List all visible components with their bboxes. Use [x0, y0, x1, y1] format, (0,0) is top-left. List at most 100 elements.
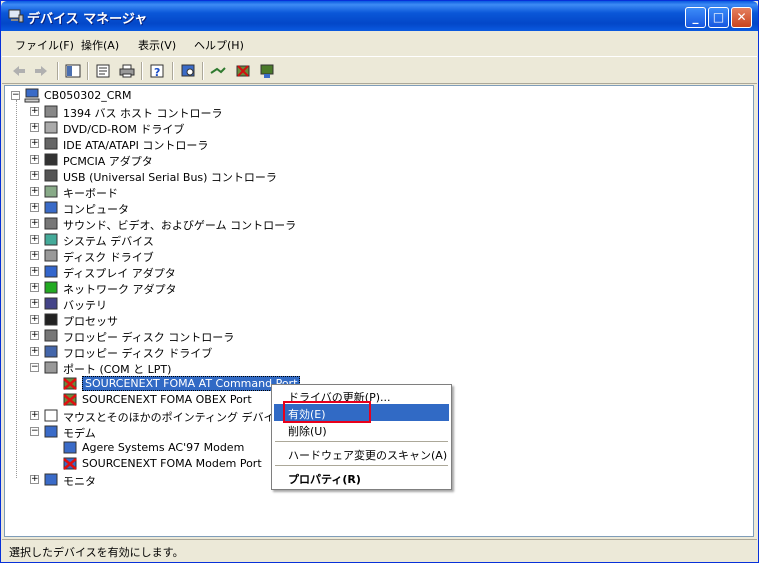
expand-toggle[interactable]: −: [30, 427, 39, 436]
forward-arrow-icon[interactable]: [33, 63, 49, 79]
tree-item-label: プロセッサ: [63, 315, 118, 328]
device-category-icon: [44, 121, 58, 134]
tree-item-label: ネットワーク アダプタ: [63, 283, 177, 296]
tree-item-label: ディスプレイ アダプタ: [63, 267, 176, 280]
device-category-icon: [44, 137, 58, 150]
menu-help[interactable]: ヘルプ(H): [194, 37, 244, 53]
tree-item-label: PCMCIA アダプタ: [63, 155, 153, 168]
device-category-icon: [44, 361, 58, 374]
device-category-icon: [44, 185, 58, 198]
menu-delete[interactable]: 削除(U): [274, 421, 449, 438]
tree-item-label: ディスク ドライブ: [63, 251, 154, 264]
tree-item-label: フロッピー ディスク コントローラ: [63, 331, 235, 344]
expand-toggle[interactable]: +: [30, 123, 39, 132]
expand-toggle[interactable]: +: [30, 251, 39, 260]
tree-item-label: マウスとそのほかのポインティング デバイス: [63, 411, 286, 424]
tree-item-label: コンピュータ: [63, 203, 129, 216]
scan-hardware-icon[interactable]: [180, 63, 196, 79]
expand-toggle[interactable]: +: [30, 267, 39, 276]
disabled-device-icon: [63, 377, 77, 390]
device-category-icon: [44, 313, 58, 326]
collapse-root-toggle[interactable]: −: [11, 91, 20, 100]
device-category-icon: [44, 217, 58, 230]
expand-toggle[interactable]: +: [30, 203, 39, 212]
tree-item-label: ポート (COM と LPT): [63, 363, 172, 376]
expand-toggle[interactable]: −: [30, 363, 39, 372]
status-text: 選択したデバイスを有効にします。: [9, 546, 184, 559]
device-category-icon: [44, 153, 58, 166]
monitor-icon: [44, 473, 58, 486]
device-category-icon: [44, 233, 58, 246]
minimize-button[interactable]: _: [685, 7, 706, 28]
tree-item-label: サウンド、ビデオ、およびゲーム コントローラ: [63, 219, 297, 232]
expand-toggle[interactable]: +: [30, 219, 39, 228]
enable-highlight-box: [283, 401, 371, 423]
menu-bar: ファイル(F) 操作(A) 表示(V) ヘルプ(H): [2, 32, 757, 54]
expand-toggle[interactable]: +: [30, 107, 39, 116]
show-hide-tree-icon[interactable]: [65, 63, 81, 79]
close-button[interactable]: ✕: [731, 7, 752, 28]
expand-toggle[interactable]: +: [30, 411, 39, 420]
disabled-device-icon: [63, 393, 77, 406]
device-manager-window: デバイス マネージャ _ □ ✕ ファイル(F) 操作(A) 表示(V) ヘルプ…: [0, 0, 759, 563]
tree-item-label: SOURCENEXT FOMA AT Command Port: [82, 376, 301, 391]
modem-device-icon: [63, 441, 77, 454]
modem-icon: [44, 425, 58, 438]
disabled-device-icon: [63, 457, 77, 470]
menu-scan-hardware[interactable]: ハードウェア変更のスキャン(A): [274, 445, 449, 462]
expand-toggle[interactable]: +: [30, 315, 39, 324]
device-category-icon: [44, 169, 58, 182]
expand-toggle[interactable]: +: [30, 475, 39, 484]
print-icon[interactable]: [119, 63, 135, 79]
expand-toggle[interactable]: +: [30, 155, 39, 164]
tree-item-label: モデム: [63, 427, 96, 440]
expand-toggle[interactable]: +: [30, 187, 39, 196]
expand-toggle[interactable]: +: [30, 139, 39, 148]
tree-item-label: バッテリ: [63, 299, 107, 312]
device-category-icon: [44, 297, 58, 310]
status-bar: 選択したデバイスを有効にします。: [2, 539, 757, 562]
expand-toggle[interactable]: +: [30, 347, 39, 356]
device-category-icon: [44, 249, 58, 262]
back-arrow-icon[interactable]: [11, 63, 27, 79]
computer-icon: [24, 88, 40, 103]
mouse-icon: [44, 409, 58, 422]
expand-toggle[interactable]: +: [30, 283, 39, 292]
tree-item-label: モニタ: [63, 475, 96, 488]
menu-view[interactable]: 表示(V): [138, 37, 176, 53]
help-icon[interactable]: ?: [149, 63, 165, 79]
expand-toggle[interactable]: +: [30, 235, 39, 244]
tree-item-label: SOURCENEXT FOMA Modem Port: [82, 457, 262, 470]
tree-item-label: IDE ATA/ATAPI コントローラ: [63, 139, 209, 152]
maximize-button[interactable]: □: [708, 7, 729, 28]
device-category-icon: [44, 201, 58, 214]
disable-icon[interactable]: [259, 63, 275, 79]
tree-item-label: フロッピー ディスク ドライブ: [63, 347, 213, 360]
properties-icon[interactable]: [95, 63, 111, 79]
title-bar[interactable]: デバイス マネージャ _ □ ✕: [1, 1, 758, 31]
device-category-icon: [44, 105, 58, 118]
tree-item-label: システム デバイス: [63, 235, 154, 248]
expand-toggle[interactable]: +: [30, 331, 39, 340]
menu-action[interactable]: 操作(A): [81, 37, 119, 53]
expand-toggle[interactable]: +: [30, 171, 39, 180]
update-driver-icon[interactable]: [210, 63, 226, 79]
device-manager-icon: [8, 9, 24, 23]
device-category-icon: [44, 281, 58, 294]
menu-file[interactable]: ファイル(F): [15, 37, 74, 53]
toolbar: ?: [2, 56, 757, 84]
context-menu: ドライバの更新(P)... 有効(E) 削除(U) ハードウェア変更のスキャン(…: [271, 384, 452, 490]
tree-item-label: キーボード: [63, 187, 118, 200]
menu-properties[interactable]: プロパティ(R): [274, 469, 449, 486]
device-category-icon: [44, 345, 58, 358]
tree-item-label: SOURCENEXT FOMA OBEX Port: [82, 393, 252, 406]
device-category-icon: [44, 329, 58, 342]
window-title: デバイス マネージャ: [27, 12, 148, 27]
expand-toggle[interactable]: +: [30, 299, 39, 308]
tree-item-label: DVD/CD-ROM ドライブ: [63, 123, 185, 136]
uninstall-icon[interactable]: [235, 63, 251, 79]
tree-item-label: USB (Universal Serial Bus) コントローラ: [63, 171, 277, 184]
root-label: CB050302_CRM: [44, 89, 132, 102]
tree-item-label: Agere Systems AC'97 Modem: [82, 441, 245, 454]
device-category-icon: [44, 265, 58, 278]
